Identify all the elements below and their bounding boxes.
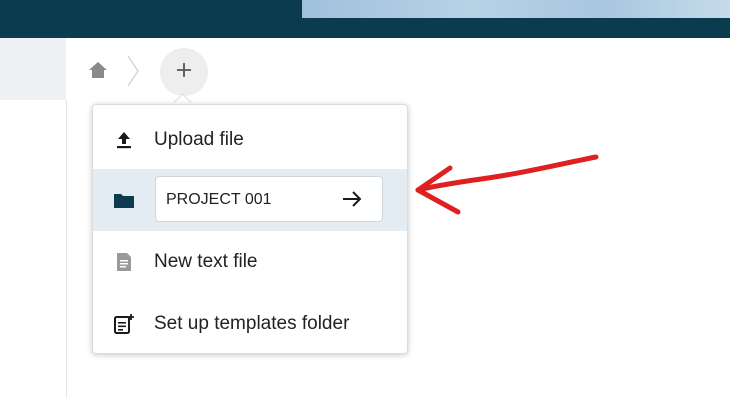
folder-icon: [113, 189, 135, 211]
menu-item-label: New text file: [154, 251, 258, 272]
top-bar: [0, 0, 730, 38]
left-panel: [0, 38, 66, 100]
menu-item-upload-file[interactable]: Upload file: [93, 109, 407, 171]
header-title-fragment: [0, 0, 132, 8]
upload-icon: [113, 129, 135, 151]
folder-name-field: [155, 176, 383, 222]
menu-item-set-up-templates-folder[interactable]: Set up templates folder: [93, 293, 407, 355]
left-divider: [66, 100, 67, 398]
new-item-menu: Upload file New text file: [92, 104, 408, 354]
red-arrow-annotation: [415, 154, 599, 215]
arrow-right-icon[interactable]: [338, 185, 366, 213]
folder-name-input[interactable]: [164, 183, 328, 217]
menu-item-label: Upload file: [154, 129, 244, 150]
template-icon: [113, 313, 135, 335]
plus-icon: [174, 60, 194, 85]
chevron-right-icon: [124, 54, 142, 88]
text-file-icon: [113, 251, 135, 273]
menu-item-new-folder[interactable]: [93, 169, 407, 231]
menu-item-label: Set up templates folder: [154, 313, 350, 334]
header-image-strip: [302, 0, 730, 18]
add-new-button[interactable]: [160, 48, 208, 96]
menu-item-new-text-file[interactable]: New text file: [93, 231, 407, 293]
home-icon[interactable]: [88, 60, 108, 80]
